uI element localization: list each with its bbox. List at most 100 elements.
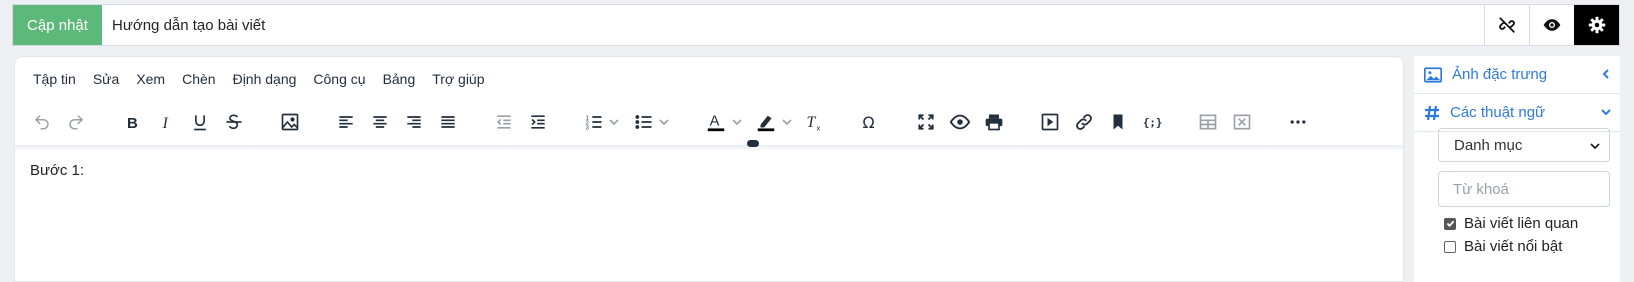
align-center-icon bbox=[373, 116, 387, 128]
align-center-button[interactable] bbox=[365, 105, 395, 139]
chevron-left-icon[interactable] bbox=[1600, 68, 1612, 80]
svg-text:Ω: Ω bbox=[863, 113, 875, 132]
menu-table[interactable]: Bảng bbox=[383, 71, 416, 87]
insert-link-button[interactable] bbox=[1069, 105, 1099, 139]
terms-label: Các thuật ngữ bbox=[1450, 104, 1546, 121]
text-color-button[interactable]: A bbox=[701, 105, 747, 139]
bold-button[interactable]: B bbox=[117, 105, 147, 139]
delete-table-button[interactable] bbox=[1227, 105, 1257, 139]
menu-edit[interactable]: Sửa bbox=[93, 71, 120, 87]
featured-posts-checkbox[interactable]: Bài viết nổi bật bbox=[1444, 238, 1562, 255]
undo-icon bbox=[34, 115, 49, 130]
outdent-icon bbox=[496, 115, 511, 129]
editor-content[interactable]: Bước 1: bbox=[30, 162, 84, 179]
align-right-button[interactable] bbox=[399, 105, 429, 139]
numbered-list-button[interactable]: 123 bbox=[579, 105, 625, 139]
related-posts-label: Bài viết liên quan bbox=[1464, 215, 1579, 232]
highlight-color-button[interactable] bbox=[751, 105, 797, 139]
indent-icon bbox=[531, 115, 545, 129]
anchor-button[interactable] bbox=[1103, 105, 1133, 139]
menu-help[interactable]: Trợ giúp bbox=[432, 71, 484, 87]
align-left-icon bbox=[339, 116, 353, 128]
table-delete-icon bbox=[1233, 114, 1251, 130]
settings-button[interactable] bbox=[1574, 5, 1619, 45]
undo-button[interactable] bbox=[27, 105, 57, 139]
checkbox-unchecked[interactable] bbox=[1444, 240, 1456, 253]
fullscreen-icon bbox=[918, 114, 934, 130]
terms-section[interactable]: Các thuật ngữ bbox=[1414, 94, 1620, 132]
unlink-button[interactable] bbox=[1484, 5, 1529, 45]
menu-tools[interactable]: Công cụ bbox=[313, 71, 365, 87]
check-icon bbox=[1446, 220, 1454, 228]
table-button[interactable] bbox=[1193, 105, 1223, 139]
top-bar: Cập nhật bbox=[12, 4, 1620, 46]
menu-insert[interactable]: Chèn bbox=[182, 71, 215, 87]
svg-text:x: x bbox=[817, 123, 821, 132]
eye-icon bbox=[1543, 19, 1561, 31]
gear-icon bbox=[1588, 16, 1606, 34]
italic-icon: I bbox=[162, 115, 169, 132]
category-select-value: Danh mục bbox=[1454, 136, 1523, 154]
featured-image-label: Ảnh đặc trưng bbox=[1452, 66, 1548, 83]
chevron-down-icon[interactable] bbox=[1600, 106, 1612, 118]
hashtag-icon bbox=[1425, 105, 1439, 120]
featured-image-section[interactable]: Ảnh đặc trưng bbox=[1414, 56, 1620, 94]
insert-image-button[interactable] bbox=[275, 105, 305, 139]
underline-icon bbox=[194, 115, 206, 131]
editor-preview-button[interactable] bbox=[945, 105, 975, 139]
toolbar-resize-handle[interactable] bbox=[747, 140, 759, 147]
post-sidebar: Ảnh đặc trưng Các thuật ngữ Danh mục Bài… bbox=[1414, 56, 1620, 282]
align-justify-button[interactable] bbox=[433, 105, 463, 139]
chevron-down-icon bbox=[659, 119, 669, 126]
chevron-down-icon bbox=[1590, 143, 1600, 150]
outdent-button[interactable] bbox=[489, 105, 519, 139]
bold-icon: B bbox=[127, 115, 138, 132]
svg-text:I: I bbox=[162, 115, 169, 132]
code-sample-button[interactable]: {;} bbox=[1137, 105, 1167, 139]
menu-format[interactable]: Định dạng bbox=[233, 71, 297, 87]
special-character-button[interactable]: Ω bbox=[855, 105, 885, 139]
more-horizontal-icon bbox=[1290, 120, 1306, 124]
table-icon bbox=[1199, 114, 1217, 130]
svg-text:T: T bbox=[807, 114, 817, 131]
print-button[interactable] bbox=[979, 105, 1009, 139]
featured-posts-label: Bài viết nổi bật bbox=[1464, 238, 1563, 255]
svg-text:3: 3 bbox=[586, 126, 589, 132]
insert-media-button[interactable] bbox=[1035, 105, 1065, 139]
svg-text:B: B bbox=[127, 115, 138, 132]
picture-icon bbox=[1424, 66, 1442, 83]
preview-button[interactable] bbox=[1529, 5, 1574, 45]
redo-button[interactable] bbox=[61, 105, 91, 139]
bookmark-icon bbox=[1113, 114, 1123, 130]
clear-formatting-icon: Tx bbox=[807, 114, 821, 132]
update-button[interactable]: Cập nhật bbox=[13, 5, 102, 45]
align-left-button[interactable] bbox=[331, 105, 361, 139]
highlighter-icon bbox=[757, 115, 775, 132]
printer-icon bbox=[985, 114, 1003, 131]
bullet-list-button[interactable] bbox=[629, 105, 675, 139]
checkbox-checked[interactable] bbox=[1444, 217, 1456, 230]
fullscreen-button[interactable] bbox=[911, 105, 941, 139]
more-button[interactable] bbox=[1283, 105, 1313, 139]
chevron-down-icon bbox=[609, 119, 619, 126]
strikethrough-icon bbox=[226, 114, 242, 130]
underline-button[interactable] bbox=[185, 105, 215, 139]
unlink-icon bbox=[1499, 17, 1515, 33]
menu-view[interactable]: Xem bbox=[136, 71, 165, 87]
post-title-input[interactable] bbox=[102, 5, 1484, 45]
clear-formatting-button[interactable]: Tx bbox=[799, 105, 829, 139]
menu-file[interactable]: Tập tin bbox=[33, 71, 76, 87]
svg-text:{;}: {;} bbox=[1143, 116, 1163, 129]
code-braces-icon: {;} bbox=[1143, 116, 1163, 129]
category-select[interactable]: Danh mục bbox=[1438, 128, 1610, 162]
indent-button[interactable] bbox=[523, 105, 553, 139]
chevron-down-icon bbox=[782, 119, 792, 126]
chevron-down-icon bbox=[732, 119, 742, 126]
keyword-input[interactable] bbox=[1438, 171, 1610, 207]
italic-button[interactable]: I bbox=[151, 105, 181, 139]
align-right-icon bbox=[407, 116, 421, 128]
related-posts-checkbox[interactable]: Bài viết liên quan bbox=[1444, 215, 1578, 232]
bullet-list-icon bbox=[635, 115, 652, 129]
link-icon bbox=[1076, 114, 1092, 130]
strikethrough-button[interactable] bbox=[219, 105, 249, 139]
